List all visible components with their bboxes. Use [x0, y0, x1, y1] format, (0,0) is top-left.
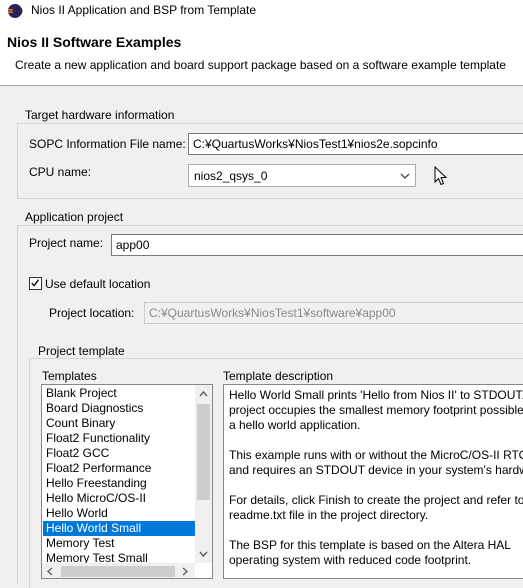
- description-line: a hello world application.: [229, 418, 361, 432]
- template-description-label: Template description: [223, 369, 334, 383]
- scroll-up-arrow-icon[interactable]: [199, 390, 208, 397]
- target-hardware-group-label: Target hardware information: [23, 108, 177, 122]
- templates-list[interactable]: Blank Project Board Diagnostics Count Bi…: [41, 384, 213, 579]
- eclipse-icon: [8, 4, 23, 18]
- templates-horizontal-scrollbar[interactable]: [42, 563, 195, 578]
- template-list-item[interactable]: Blank Project: [43, 386, 117, 401]
- horizontal-scroll-thumb[interactable]: [61, 566, 175, 577]
- template-list-item[interactable]: Hello MicroC/OS-II: [43, 491, 146, 506]
- description-line: operating system with reduced code footp…: [229, 553, 472, 567]
- application-project-group-label: Application project: [23, 210, 126, 224]
- wizard-banner: Nios II Software Examples Create a new a…: [0, 23, 523, 86]
- checkmark-icon: [31, 279, 40, 287]
- description-line: project occupies the smallest memory foo…: [229, 403, 523, 417]
- description-line: Hello World Small prints 'Hello from Nio…: [229, 388, 523, 402]
- page-description: Create a new application and board suppo…: [15, 58, 506, 72]
- template-list-item[interactable]: Float2 Functionality: [43, 431, 150, 446]
- project-location-label: Project location:: [49, 306, 135, 320]
- template-description-box: Hello World Small prints 'Hello from Nio…: [223, 384, 523, 579]
- template-list-item[interactable]: Hello World: [43, 506, 108, 521]
- template-list-item[interactable]: Float2 GCC: [43, 446, 109, 461]
- mouse-cursor-icon: [434, 166, 448, 186]
- sopc-file-label: SOPC Information File name:: [29, 137, 186, 151]
- templates-vertical-scrollbar[interactable]: [195, 385, 212, 563]
- templates-label: Templates: [42, 369, 97, 383]
- scroll-thumb[interactable]: [197, 404, 210, 500]
- use-default-location-checkbox[interactable]: [29, 277, 42, 290]
- project-name-label: Project name:: [29, 236, 104, 250]
- cpu-name-value: nios2_qsys_0: [194, 169, 268, 183]
- template-list-item[interactable]: Board Diagnostics: [43, 401, 143, 416]
- description-line: For details, click Finish to create the …: [229, 493, 523, 507]
- description-line: This example runs with or without the Mi…: [229, 448, 523, 462]
- page-title: Nios II Software Examples: [7, 34, 182, 50]
- sopc-file-input[interactable]: C:¥QuartusWorks¥NiosTest1¥nios2e.sopcinf…: [188, 133, 523, 155]
- project-location-input: C:¥QuartusWorks¥NiosTest1¥software¥app00: [144, 302, 523, 324]
- template-list-item-selected[interactable]: Hello World Small: [43, 521, 195, 536]
- scroll-down-arrow-icon[interactable]: [199, 551, 208, 558]
- cpu-name-label: CPU name:: [29, 165, 92, 179]
- template-list-item[interactable]: Float2 Performance: [43, 461, 151, 476]
- template-list-item[interactable]: Hello Freestanding: [43, 476, 147, 491]
- template-list-item[interactable]: Count Binary: [43, 416, 115, 431]
- window-title: Nios II Application and BSP from Templat…: [31, 3, 257, 17]
- template-list-item[interactable]: Memory Test: [43, 536, 114, 551]
- project-template-group-label: Project template: [36, 344, 127, 358]
- cpu-name-select[interactable]: nios2_qsys_0: [188, 164, 416, 187]
- chevron-down-icon: [400, 173, 410, 179]
- title-bar: Nios II Application and BSP from Templat…: [0, 0, 523, 23]
- project-name-input[interactable]: app00: [111, 234, 523, 256]
- description-line: readme.txt file in the project directory…: [229, 508, 429, 522]
- use-default-location-label[interactable]: Use default location: [45, 277, 150, 291]
- description-line: The BSP for this template is based on th…: [229, 538, 511, 552]
- description-line: and requires an STDOUT device in your sy…: [229, 463, 523, 477]
